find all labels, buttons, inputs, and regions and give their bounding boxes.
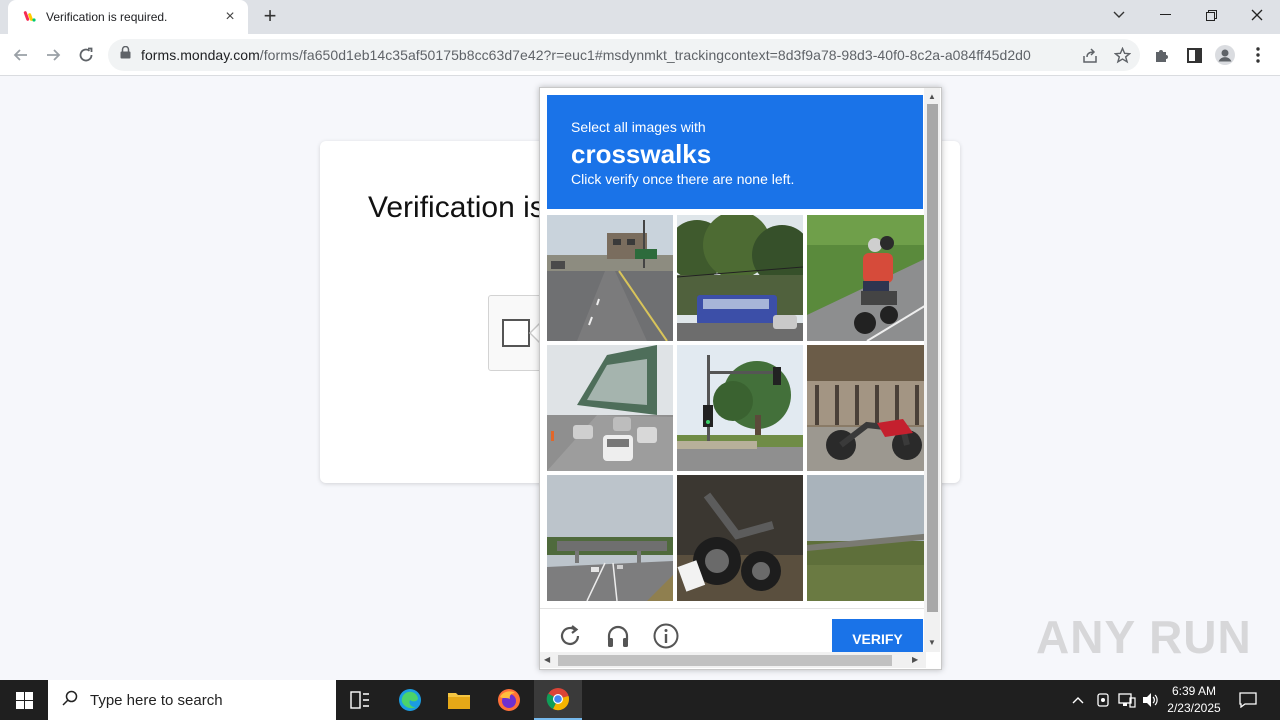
extensions-puzzle-icon[interactable]: [1152, 45, 1172, 65]
notifications-icon[interactable]: [1238, 690, 1258, 710]
side-panel-icon[interactable]: [1184, 45, 1204, 65]
tray-chevron-up-icon[interactable]: [1068, 690, 1088, 710]
image-tile-traffic-light-tree[interactable]: [677, 345, 803, 471]
url-host: forms.monday.com: [141, 47, 260, 63]
monday-favicon-icon: [22, 9, 38, 25]
new-tab-button[interactable]: +: [258, 5, 282, 29]
lock-icon[interactable]: [120, 45, 131, 64]
image-tile-overpass-highway[interactable]: [547, 475, 673, 601]
horizontal-scroll-thumb[interactable]: [558, 655, 892, 666]
scroll-left-arrow-icon[interactable]: ◀: [544, 655, 550, 664]
chrome-icon[interactable]: [534, 680, 582, 720]
info-icon[interactable]: [653, 623, 679, 649]
image-tile-motorcyclist-on-road[interactable]: [807, 215, 933, 341]
challenge-prompt: Select all images with crosswalks Click …: [547, 95, 923, 209]
horizontal-scrollbar[interactable]: ◀ ▶: [540, 652, 926, 668]
minimize-icon[interactable]: [1142, 0, 1188, 30]
challenge-footer: VERIFY: [540, 608, 926, 653]
browser-toolbar: forms.monday.com/forms/fa650d1eb14c35af5…: [0, 34, 1280, 76]
challenge-subtitle: Select all images with: [571, 119, 706, 135]
tab-strip: Verification is required. × +: [0, 0, 1280, 34]
search-icon: [62, 690, 78, 711]
network-icon[interactable]: [1117, 690, 1137, 710]
back-arrow-icon[interactable]: [8, 42, 34, 68]
image-tile-grass-overpass[interactable]: [807, 475, 933, 601]
scroll-down-arrow-icon[interactable]: ▼: [928, 638, 936, 647]
refresh-icon[interactable]: [557, 623, 583, 649]
share-icon[interactable]: [1081, 47, 1099, 65]
scroll-up-arrow-icon[interactable]: ▲: [928, 92, 936, 101]
tab-search-chevron-icon[interactable]: [1096, 0, 1142, 30]
anyrun-watermark: ANY RUN: [1036, 611, 1252, 663]
bookmark-star-icon[interactable]: [1113, 46, 1131, 64]
profile-avatar-icon[interactable]: [1215, 45, 1235, 65]
volume-icon[interactable]: [1141, 690, 1161, 710]
url-path: /forms/fa650d1eb14c35af50175b8cc63d7e42?…: [259, 47, 1031, 63]
clock-time: 6:39 AM: [1171, 684, 1217, 698]
address-bar[interactable]: forms.monday.com/forms/fa650d1eb14c35af5…: [108, 39, 1140, 71]
image-tile-parked-motorcycle[interactable]: [807, 345, 933, 471]
clock-date: 2/23/2025: [1167, 701, 1221, 715]
taskbar-search-placeholder: Type here to search: [90, 691, 223, 709]
forward-arrow-icon[interactable]: [40, 42, 66, 68]
firefox-icon[interactable]: [485, 680, 533, 720]
challenge-hint: Click verify once there are none left.: [571, 171, 795, 187]
restore-icon[interactable]: [1188, 0, 1234, 30]
task-view-icon[interactable]: [336, 680, 384, 720]
tray-device-icon[interactable]: [1093, 690, 1113, 710]
image-tile-bus-under-trees[interactable]: [677, 215, 803, 341]
url-text: forms.monday.com/forms/fa650d1eb14c35af5…: [141, 47, 1031, 63]
file-explorer-icon[interactable]: [435, 680, 483, 720]
edge-browser-icon[interactable]: [386, 680, 434, 720]
verify-button[interactable]: VERIFY: [832, 619, 923, 653]
browser-tab[interactable]: Verification is required. ×: [8, 0, 248, 34]
vertical-scroll-thumb[interactable]: [927, 104, 938, 612]
headphones-audio-icon[interactable]: [605, 623, 631, 649]
tab-title: Verification is required.: [46, 10, 168, 24]
captcha-checkbox[interactable]: [502, 319, 530, 347]
close-tab-icon[interactable]: ×: [222, 9, 238, 25]
taskbar-clock[interactable]: 6:39 AM 2/23/2025: [1162, 683, 1226, 717]
scroll-right-arrow-icon[interactable]: ▶: [912, 655, 918, 664]
reload-icon[interactable]: [73, 42, 99, 68]
image-tile-highway-with-signs[interactable]: [547, 215, 673, 341]
challenge-target: crosswalks: [571, 139, 712, 169]
windows-start-icon[interactable]: [0, 680, 48, 720]
close-window-icon[interactable]: [1234, 0, 1280, 30]
image-grid: [547, 215, 933, 601]
windows-taskbar: Type here to search 6:39 AM 2/23/2025: [0, 680, 1280, 720]
taskbar-search-box[interactable]: Type here to search: [48, 680, 336, 720]
vertical-scrollbar[interactable]: ▲ ▼: [924, 88, 940, 652]
image-tile-toppled-motorcycle[interactable]: [677, 475, 803, 601]
image-tile-bridge-traffic[interactable]: [547, 345, 673, 471]
kebab-menu-icon[interactable]: [1248, 45, 1268, 65]
captcha-challenge-popup: Select all images with crosswalks Click …: [539, 87, 942, 670]
